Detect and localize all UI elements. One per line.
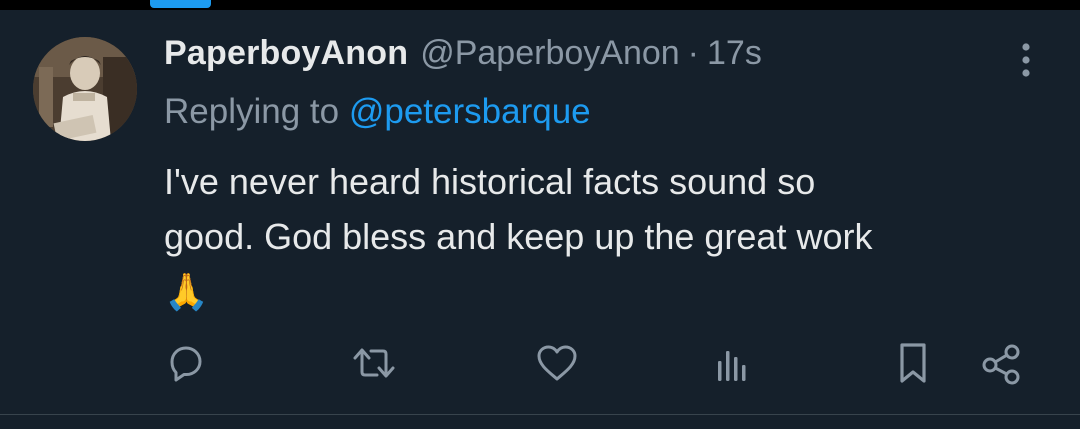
views-icon — [718, 351, 746, 381]
replying-to-line: Replying to @petersbarque — [164, 92, 591, 132]
more-options-button[interactable] — [1006, 38, 1046, 82]
folded-hands-emoji: 🙏 — [164, 271, 209, 312]
like-button[interactable] — [532, 338, 582, 388]
avatar[interactable] — [33, 37, 137, 141]
share-button[interactable] — [976, 338, 1026, 388]
divider — [0, 414, 1080, 429]
more-vertical-icon — [1022, 43, 1030, 77]
active-tab-indicator — [150, 0, 211, 8]
reply-button[interactable] — [161, 338, 211, 388]
replying-to-mention[interactable]: @petersbarque — [349, 92, 591, 131]
tweet-actions-bar — [0, 338, 1080, 388]
share-icon — [982, 344, 1020, 385]
retweet-button[interactable] — [349, 338, 399, 388]
avatar-photo — [33, 37, 137, 141]
replying-to-label: Replying to — [164, 92, 340, 131]
views-button[interactable] — [706, 338, 756, 388]
like-icon — [537, 345, 577, 381]
retweet-icon — [353, 348, 395, 378]
tweet-text-line: good. God bless and keep up the great wo… — [164, 216, 873, 257]
bookmark-icon — [900, 343, 926, 383]
tweet-reply-screen: PaperboyAnon @PaperboyAnon · 17s Replyin… — [0, 0, 1080, 429]
tweet-text-line: I've never heard historical facts sound … — [164, 161, 816, 202]
tweet-header: PaperboyAnon @PaperboyAnon · 17s — [164, 34, 762, 78]
reply-icon — [170, 346, 202, 382]
author-handle[interactable]: @PaperboyAnon — [420, 34, 679, 73]
timestamp[interactable]: 17s — [707, 34, 762, 73]
author-name[interactable]: PaperboyAnon — [164, 34, 408, 73]
bookmark-button[interactable] — [888, 338, 938, 388]
separator-dot: · — [687, 34, 699, 72]
tweet-text: I've never heard historical facts sound … — [164, 154, 1044, 319]
